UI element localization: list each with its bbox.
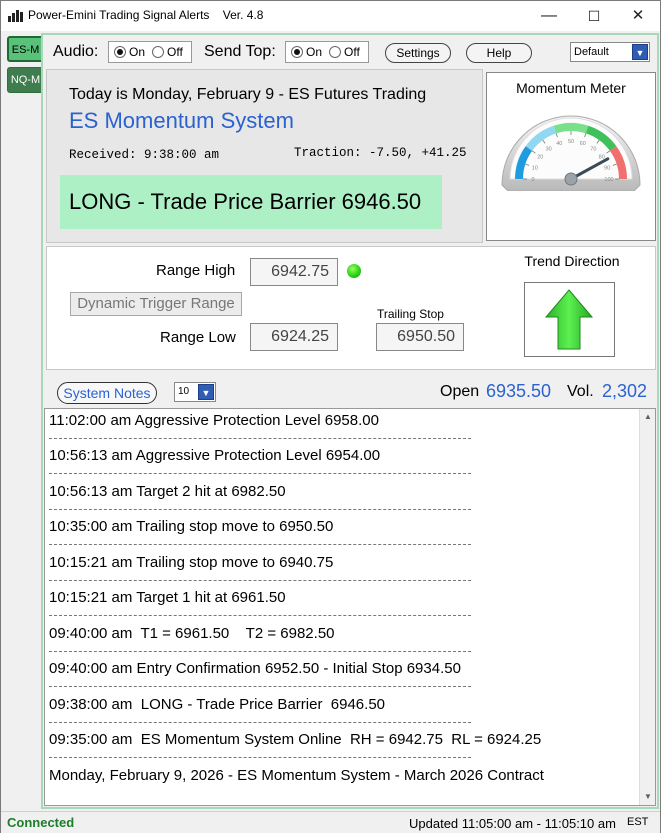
tab-es-m[interactable]: ES-M [7, 36, 44, 62]
list-separator [49, 509, 471, 510]
momentum-meter-title: Momentum Meter [516, 80, 626, 96]
list-item: 09:40:00 am Entry Confirmation 6952.50 -… [49, 660, 461, 677]
list-separator [49, 722, 471, 723]
momentum-gauge: 010203040 50 60708090100 [501, 115, 641, 191]
help-button[interactable]: Help [466, 43, 532, 63]
gauge-tick-label: 40 [556, 141, 562, 147]
list-item: 10:56:13 am Target 2 hit at 6982.50 [49, 483, 286, 500]
close-button[interactable]: ✕ [615, 1, 661, 31]
gauge-tick-label: 0 [531, 177, 534, 183]
send-top-off-label: Off [344, 45, 360, 59]
timezone-label: EST [627, 816, 649, 828]
gauge-tick-label: 10 [532, 165, 538, 171]
gauge-tick-label: 60 [580, 141, 586, 147]
app-window: Power-Emini Trading Signal Alerts Ver. 4… [0, 0, 661, 833]
range-low-label: Range Low [160, 329, 236, 346]
gauge-tick-label: 30 [546, 146, 552, 152]
profile-select-value: Default [574, 46, 609, 58]
trailing-stop-field: 6950.50 [376, 323, 464, 351]
audio-label: Audio: [53, 43, 99, 60]
traction-value: Traction: -7.50, +41.25 [294, 146, 467, 160]
minimize-button[interactable]: — [526, 1, 572, 31]
audio-on-radio[interactable] [114, 46, 126, 58]
list-item: 09:40:00 am T1 = 6961.50 T2 = 6982.50 [49, 625, 335, 642]
bar-chart-icon [8, 10, 24, 22]
scroll-down-icon[interactable]: ▼ [640, 789, 656, 805]
received-time: Received: 9:38:00 am [69, 148, 220, 162]
notes-scrollbar[interactable]: ▲ ▼ [639, 409, 655, 805]
send-top-radio-group: On Off [285, 41, 369, 63]
title-bar[interactable]: Power-Emini Trading Signal Alerts Ver. 4… [1, 1, 660, 31]
list-separator [49, 473, 471, 474]
audio-radio-group: On Off [108, 41, 192, 63]
notes-list[interactable]: 11:02:00 am Aggressive Protection Level … [44, 408, 656, 806]
range-low-field: 6924.25 [250, 323, 338, 351]
scroll-up-icon[interactable]: ▲ [640, 409, 656, 425]
list-separator [49, 615, 471, 616]
notes-count-value: 10 [178, 386, 190, 397]
maximize-button[interactable]: ☐ [571, 1, 617, 31]
dynamic-trigger-range-button[interactable]: Dynamic Trigger Range [70, 292, 242, 316]
gauge-tick-label: 90 [604, 165, 610, 171]
list-separator [49, 757, 471, 758]
audio-on-label: On [129, 45, 146, 59]
list-item: 11:02:00 am Aggressive Protection Level … [49, 412, 379, 429]
list-item: 10:15:21 am Trailing stop move to 6940.7… [49, 554, 334, 571]
volume-label: Vol. [567, 383, 594, 400]
gauge-tick-label: 20 [537, 155, 543, 161]
list-item: 10:35:00 am Trailing stop move to 6950.5… [49, 518, 334, 535]
list-separator [49, 580, 471, 581]
list-item: 09:35:00 am ES Momentum System Online RH… [49, 731, 542, 748]
list-separator [49, 544, 471, 545]
profile-select[interactable]: Default ▼ [570, 42, 650, 62]
system-notes-button[interactable]: System Notes [57, 382, 157, 404]
arrow-up-icon [544, 289, 594, 350]
gauge-tick-label: 50 [568, 139, 574, 145]
tab-nq-m[interactable]: NQ-M [7, 67, 44, 93]
list-separator [49, 686, 471, 687]
list-item: Monday, February 9, 2026 - ES Momentum S… [49, 767, 544, 784]
today-label: Today is Monday, February 9 - ES Futures… [69, 86, 427, 103]
volume-value: 2,302 [602, 381, 648, 401]
list-item: 09:38:00 am LONG - Trade Price Barrier 6… [49, 696, 385, 713]
range-high-label: Range High [156, 262, 236, 279]
trend-direction-box [524, 282, 615, 357]
settings-button[interactable]: Settings [385, 43, 451, 63]
signal-banner: LONG - Trade Price Barrier 6946.50 [60, 175, 442, 229]
system-name: ES Momentum System [69, 108, 294, 133]
range-high-field: 6942.75 [250, 258, 338, 286]
send-top-label: Send Top: [204, 43, 276, 60]
gauge-hub [564, 172, 578, 186]
notes-count-select[interactable]: 10 ▼ [174, 382, 216, 402]
send-top-off-radio[interactable] [329, 46, 341, 58]
list-item: 10:15:21 am Target 1 hit at 6961.50 [49, 589, 286, 606]
chevron-down-icon[interactable]: ▼ [198, 384, 214, 400]
audio-off-radio[interactable] [152, 46, 164, 58]
updated-time: Updated 11:05:00 am - 11:05:10 am [409, 816, 616, 831]
trailing-stop-label: Trailing Stop [377, 307, 444, 321]
connection-status: Connected [7, 815, 75, 830]
open-label: Open [440, 383, 480, 400]
trend-direction-title: Trend Direction [524, 253, 620, 269]
audio-off-label: Off [167, 45, 183, 59]
gauge-tick-label: 70 [590, 146, 596, 152]
list-separator [49, 438, 471, 439]
gauge-tick-label: 100 [604, 177, 613, 183]
send-top-on-label: On [306, 45, 323, 59]
chevron-down-icon[interactable]: ▼ [632, 44, 648, 60]
window-title: Power-Emini Trading Signal Alerts Ver. 4… [28, 8, 264, 22]
open-value: 6935.50 [486, 381, 552, 401]
list-separator [49, 651, 471, 652]
send-top-on-radio[interactable] [291, 46, 303, 58]
status-led-icon [347, 264, 361, 278]
list-item: 10:56:13 am Aggressive Protection Level … [49, 447, 381, 464]
